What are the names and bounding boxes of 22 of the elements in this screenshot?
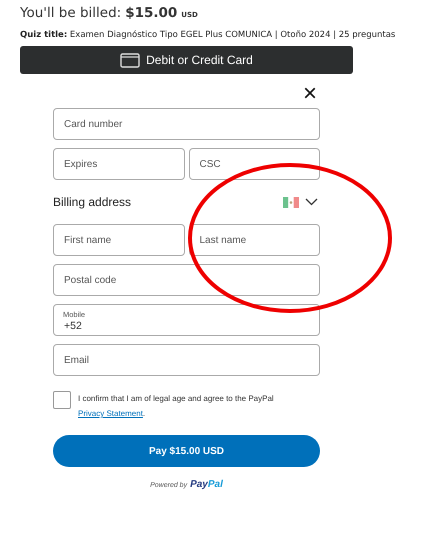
input-field[interactable]: Card number bbox=[53, 108, 320, 140]
input-field[interactable]: Last name bbox=[188, 224, 320, 256]
card-icon bbox=[120, 52, 140, 68]
paypal-logo: PayPal bbox=[190, 479, 223, 490]
input-field[interactable]: CSC bbox=[188, 148, 320, 180]
input-field[interactable]: First name bbox=[53, 224, 184, 256]
consent-text: I confirm that I am of legal age and agree to the PayPal Privacy Statement. bbox=[78, 393, 275, 420]
checkbox[interactable] bbox=[53, 391, 71, 409]
close-button[interactable]: × bbox=[300, 80, 320, 108]
billed-amount: $15.00 bbox=[125, 5, 178, 21]
card-button[interactable]: Debit or Credit Card bbox=[20, 46, 353, 74]
input-field[interactable]: Expires bbox=[53, 148, 184, 180]
input-field[interactable]: Postal code bbox=[53, 264, 320, 296]
input-field[interactable]: Email bbox=[53, 344, 320, 376]
quiz-title: Quiz title: Examen Diagnóstico Tipo EGEL Plus COMUNICA | Otoño 2024 | 25 preguntas bbox=[20, 30, 396, 40]
privacy-link[interactable]: Privacy Statement bbox=[78, 409, 143, 418]
country-dropdown[interactable] bbox=[283, 196, 318, 208]
billing-address-title: Billing address bbox=[53, 195, 132, 209]
billed-label: You'll be billed: bbox=[20, 5, 122, 21]
flag-icon bbox=[283, 196, 299, 208]
pay-button[interactable]: Pay $15.00 USD bbox=[53, 435, 320, 467]
chevron-down-icon bbox=[305, 198, 318, 206]
